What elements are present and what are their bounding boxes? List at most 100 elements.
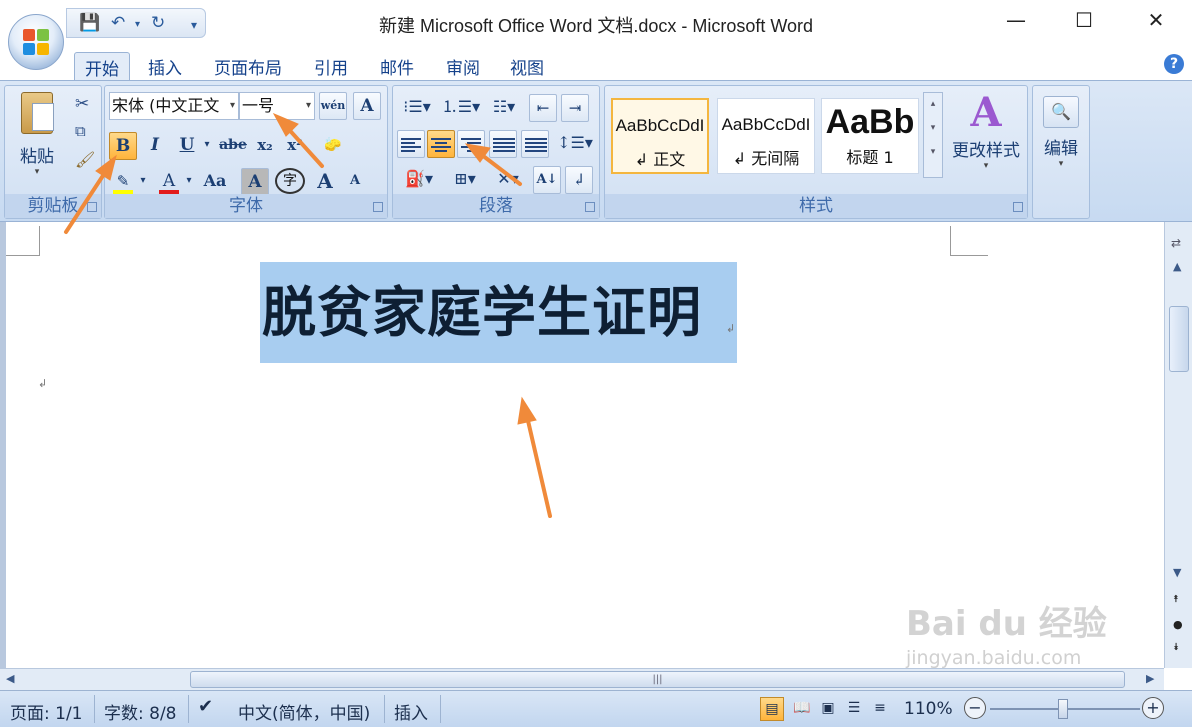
superscript-button[interactable]: x² — [281, 132, 309, 160]
cut-icon[interactable]: ✂ — [75, 94, 89, 114]
styles-gallery-scroll[interactable]: ▴ ▾ ▾ — [923, 92, 943, 178]
line-spacing-icon[interactable]: ↕☰▾ — [555, 130, 595, 158]
ribbon-tabs: 开始 插入 页面布局 引用 邮件 审阅 视图 ? — [0, 46, 1192, 80]
tab-home[interactable]: 开始 — [74, 52, 130, 80]
font-color-icon[interactable]: A — [155, 168, 183, 196]
draft-view-icon[interactable]: ≡ — [868, 697, 892, 721]
enclose-char-button[interactable]: 字 — [275, 168, 305, 194]
office-logo-icon — [23, 29, 51, 57]
paragraph-launcher-icon[interactable] — [585, 202, 595, 212]
watermark-brand: Bai du 经验 — [906, 604, 1107, 644]
shrink-font-button[interactable]: A — [341, 168, 369, 196]
align-left-button[interactable] — [397, 130, 425, 158]
align-center-button[interactable] — [427, 130, 455, 158]
copy-icon[interactable]: ⧉ — [75, 122, 86, 140]
tab-insert[interactable]: 插入 — [138, 52, 192, 80]
paste-button[interactable]: 粘贴 ▾ — [11, 92, 63, 182]
distributed-button[interactable] — [521, 130, 549, 158]
insert-mode[interactable]: 插入 — [394, 699, 428, 724]
scroll-right-icon[interactable]: ▶ — [1146, 672, 1154, 685]
align-right-button[interactable] — [457, 130, 485, 158]
tab-page-layout[interactable]: 页面布局 — [204, 52, 292, 80]
chevron-down-icon[interactable]: ▾ — [924, 123, 942, 133]
highlight-icon[interactable]: ✎ — [109, 168, 137, 196]
bold-button[interactable]: B — [109, 132, 137, 160]
format-painter-icon[interactable]: 🖌 — [75, 150, 95, 169]
previous-page-icon[interactable]: ⯭ — [1173, 594, 1179, 605]
tab-mailings[interactable]: 邮件 — [370, 52, 424, 80]
web-layout-icon[interactable]: ▣ — [816, 697, 840, 721]
vertical-scrollbar[interactable]: ⇄ ▲ ▼ ⯭ ● ⯯ — [1164, 222, 1192, 668]
subscript-button[interactable]: x₂ — [251, 132, 279, 160]
word-count[interactable]: 字数: 8/8 — [104, 699, 177, 724]
bullets-icon[interactable]: ⁝☰▾ — [397, 94, 437, 122]
clipboard-launcher-icon[interactable] — [87, 202, 97, 212]
scroll-left-icon[interactable]: ◀ — [6, 672, 14, 685]
strikethrough-button[interactable]: abe — [217, 132, 249, 160]
decrease-indent-icon[interactable]: ⇤ — [529, 94, 557, 122]
style-name: 标题 1 — [846, 148, 894, 167]
justify-button[interactable] — [489, 130, 517, 158]
office-button[interactable] — [8, 14, 64, 70]
borders-icon[interactable]: ⊞▾ — [445, 166, 485, 194]
numbering-icon[interactable]: ⒈☰▾ — [441, 94, 481, 122]
shading-icon[interactable]: ⛽▾ — [397, 166, 441, 194]
binoculars-icon: 🔍 — [1043, 96, 1079, 128]
language-status[interactable]: 中文(简体，中国) — [238, 699, 370, 724]
maximize-button[interactable]: ☐ — [1064, 8, 1104, 32]
style-card-no-spacing[interactable]: AaBbCcDdI ↲ 无间隔 — [717, 98, 815, 174]
grow-font-button[interactable]: A — [311, 168, 339, 196]
tab-view[interactable]: 视图 — [500, 52, 554, 80]
zoom-level[interactable]: 110% — [904, 699, 953, 719]
underline-button[interactable]: U — [173, 132, 201, 160]
italic-button[interactable]: I — [141, 132, 169, 160]
font-name-combo[interactable]: 宋体 (中文正文 ▾ — [109, 92, 239, 120]
multilevel-list-icon[interactable]: ☷▾ — [485, 94, 523, 122]
font-launcher-icon[interactable] — [373, 202, 383, 212]
paragraph-group-label: 段落 — [393, 194, 599, 218]
zoom-in-icon[interactable]: + — [1142, 697, 1164, 719]
horizontal-scrollbar[interactable]: ◀ ||| ▶ — [0, 668, 1164, 690]
styles-launcher-icon[interactable] — [1013, 202, 1023, 212]
ribbon: 粘贴 ▾ ✂ ⧉ 🖌 剪贴板 宋体 (中文正文 ▾ 一号 ▾ wén A B I U… — [0, 80, 1192, 222]
ruler-toggle-icon[interactable]: ⇄ — [1171, 236, 1181, 250]
increase-indent-icon[interactable]: ⇥ — [561, 94, 589, 122]
document-title-selected[interactable]: 脱贫家庭学生证明 — [260, 262, 737, 363]
full-screen-reading-icon[interactable]: 📖 — [790, 697, 814, 721]
next-page-icon[interactable]: ⯯ — [1173, 642, 1179, 653]
phonetic-guide-button[interactable]: wén — [319, 92, 347, 120]
page-count[interactable]: 页面: 1/1 — [10, 699, 83, 724]
zoom-out-icon[interactable]: − — [964, 697, 986, 719]
proofing-icon[interactable]: ✔ — [198, 696, 213, 717]
tab-references[interactable]: 引用 — [304, 52, 358, 80]
chinese-layout-icon[interactable]: ✕▾ — [489, 166, 527, 194]
font-color-dropdown-icon[interactable]: ▾ — [183, 168, 195, 196]
chevron-up-icon[interactable]: ▴ — [924, 99, 942, 109]
print-layout-icon[interactable]: ▤ — [760, 697, 784, 721]
change-styles-button[interactable]: A 更改样式 ▾ — [949, 90, 1023, 186]
vertical-scroll-thumb[interactable] — [1169, 306, 1189, 372]
clear-formatting-icon[interactable]: 🧽 — [317, 132, 349, 160]
browse-object-icon[interactable]: ● — [1173, 618, 1183, 631]
help-icon[interactable]: ? — [1164, 54, 1184, 74]
gallery-more-icon[interactable]: ▾ — [924, 147, 942, 157]
style-card-heading-1[interactable]: AaBb 标题 1 — [821, 98, 919, 174]
style-card-normal[interactable]: AaBbCcDdI ↲ 正文 — [611, 98, 709, 174]
char-shading-button[interactable]: A — [241, 168, 269, 196]
scroll-down-icon[interactable]: ▼ — [1173, 566, 1181, 579]
tab-review[interactable]: 审阅 — [436, 52, 490, 80]
font-size-combo[interactable]: 一号 ▾ — [239, 92, 315, 120]
horizontal-scroll-thumb[interactable]: ||| — [190, 671, 1125, 688]
zoom-slider-thumb[interactable] — [1058, 699, 1068, 719]
outline-view-icon[interactable]: ☰ — [842, 697, 866, 721]
close-button[interactable]: ✕ — [1136, 8, 1176, 32]
char-border-button[interactable]: A — [353, 92, 381, 120]
minimize-button[interactable]: — — [996, 8, 1036, 32]
underline-dropdown-icon[interactable]: ▾ — [201, 132, 213, 160]
scroll-up-icon[interactable]: ▲ — [1173, 260, 1181, 273]
change-case-button[interactable]: Aa — [197, 168, 233, 196]
show-marks-icon[interactable]: ↲ — [565, 166, 593, 194]
highlight-dropdown-icon[interactable]: ▾ — [137, 168, 149, 196]
editing-button[interactable]: 🔍 编辑 ▾ — [1037, 90, 1085, 190]
sort-icon[interactable]: A↓ — [533, 166, 561, 194]
